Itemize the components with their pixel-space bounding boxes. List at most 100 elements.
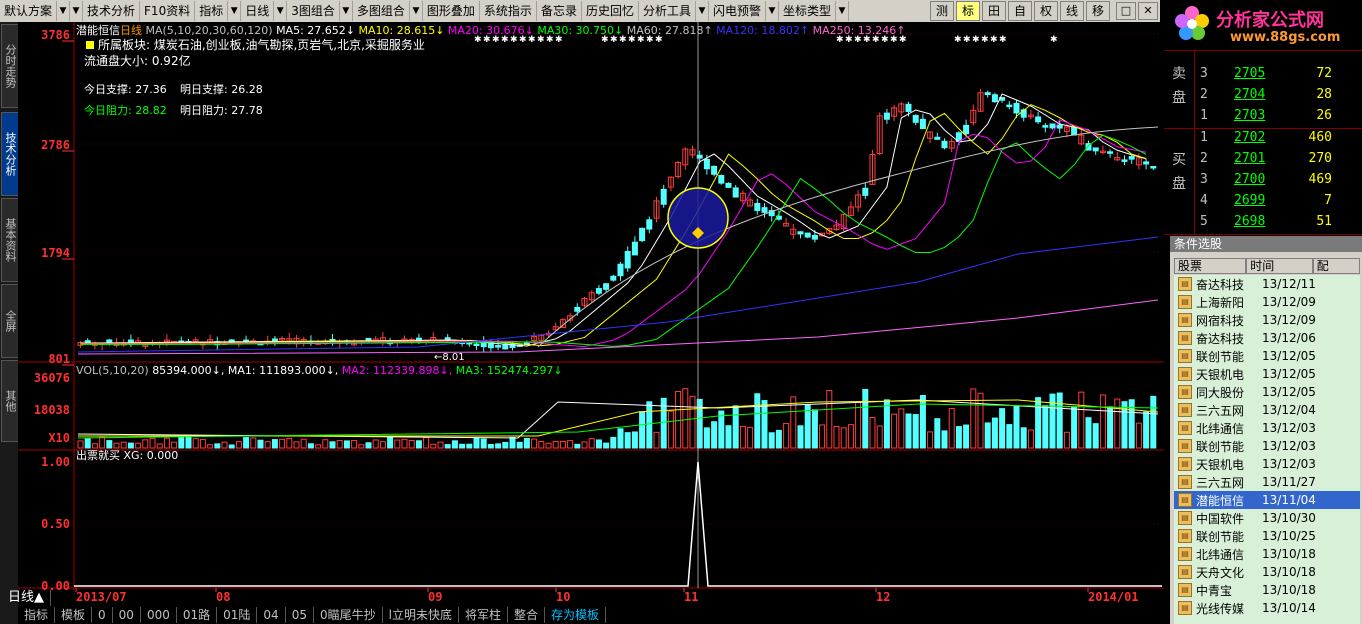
stock-row[interactable]: ▤ 中青宝 13/10/18 [1174,581,1360,599]
star-marker: ✱ [972,35,980,45]
menu-dropdown-arrow[interactable]: ▼ [70,1,84,21]
stock-icon: ▤ [1178,313,1192,327]
bottom-tab[interactable]: 01陆 [217,607,258,623]
menu-item[interactable]: 备忘录 [537,1,582,21]
bottom-tab[interactable]: 01路 [177,607,218,623]
volume-bar [574,443,581,449]
candle-body [991,94,998,103]
volume-bar [603,442,610,449]
stock-row[interactable]: ▤ 奋达科技 13/12/06 [1174,329,1360,347]
bottom-tab[interactable]: 模板 [55,607,93,623]
candle-body [365,337,372,341]
stock-row[interactable]: ▤ 潜能恒信 13/11/04 [1174,491,1360,509]
menu-item[interactable]: 闪电预警 [709,1,766,21]
menu-item[interactable]: 3图组合 [287,1,340,21]
bottom-tab[interactable]: 指标 [18,607,56,623]
stock-row[interactable]: ▤ 北纬通信 13/10/18 [1174,545,1360,563]
menu-item[interactable]: 日线 [241,1,275,21]
stock-row[interactable]: ▤ 联创节能 13/12/03 [1174,437,1360,455]
tool-button[interactable]: 田 [982,1,1006,21]
tool-button[interactable]: 标 [956,1,980,21]
menu-dropdown-arrow[interactable]: ▼ [274,1,288,21]
left-tab[interactable]: 分时走势 [1,24,19,108]
header-match[interactable]: 配 [1312,258,1360,274]
period-label[interactable]: 日线▲ [2,590,51,606]
stock-row[interactable]: ▤ 上海新阳 13/12/09 [1174,293,1360,311]
stock-date: 13/10/18 [1262,565,1316,579]
stock-row[interactable]: ▤ 三六五网 13/11/27 [1174,473,1360,491]
volume-bar [703,427,710,449]
menu-item[interactable]: 指标 [195,1,229,21]
menu-dropdown-arrow[interactable]: ▼ [766,1,779,21]
tool-button[interactable]: 权 [1034,1,1058,21]
kline-chart-svg[interactable]: 3786278617948013607618038X101.000.500.00… [18,22,1164,593]
bottom-tab[interactable]: 将军柱 [459,607,508,623]
left-tab[interactable]: 全屏 [1,284,19,358]
volume-bar [761,400,768,449]
menu-item[interactable]: 多图组合 [353,1,410,21]
candle-body [603,283,610,290]
tool-button[interactable]: 线 [1060,1,1084,21]
right-panel: 分析家公式网 www.88gs.com 卖盘 买盘 条件选股 股票 时间 配 ▤… [1164,0,1362,624]
menu-item[interactable]: 默认方案 [0,1,58,21]
stock-row[interactable]: ▤ 天银机电 13/12/05 [1174,365,1360,383]
bottom-tab[interactable]: 04 [257,607,286,623]
header-time[interactable]: 时间 [1246,258,1313,274]
menu-item[interactable]: 分析工具 [639,1,696,21]
stock-name: 光线传媒 [1196,601,1245,616]
stock-row[interactable]: ▤ 奋达科技 13/12/11 [1174,275,1360,293]
window-controls: □ ✕ [1116,2,1158,20]
stock-row[interactable]: ▤ 同大股份 13/12/05 [1174,383,1360,401]
volume-bar [991,417,998,449]
bottom-tab[interactable]: 000 [141,607,177,623]
stock-row[interactable]: ▤ 天银机电 13/12/03 [1174,455,1360,473]
chart-area[interactable]: 3786 2786 1794 801 36076 18038 X10 1.00 0.50 0.00… [18,22,1164,593]
bottom-tab[interactable]: 整合 [508,607,545,623]
menu-item[interactable]: 坐标类型 [779,1,837,21]
menu-item[interactable]: 系统指示 [480,1,537,21]
maximize-button[interactable]: □ [1116,2,1136,20]
stock-row[interactable]: ▤ 联创节能 13/12/05 [1174,347,1360,365]
menu-item[interactable]: F10资料 [140,1,196,21]
stock-row[interactable]: ▤ 光线传媒 13/10/14 [1174,599,1360,617]
candle-body [1121,159,1128,162]
orderbook-row: 4 2699 7 [1200,193,1360,214]
stock-row[interactable]: ▤ 中国软件 13/10/30 [1174,509,1360,527]
left-tab[interactable]: 技术分析 [1,112,19,196]
menu-item[interactable]: 技术分析 [83,1,141,21]
bottom-tab[interactable]: 0瞄尾牛抄 [314,607,383,623]
menu-dropdown-arrow[interactable]: ▼ [836,1,850,21]
menu-dropdown-arrow[interactable]: ▼ [57,1,71,21]
volume-bar [1035,397,1042,449]
stock-list[interactable]: ▤ 奋达科技 13/12/11 ▤ 上海新阳 13/12/09 ▤ 网宿科技 13/12/09 ▤… [1174,275,1360,624]
tool-button[interactable]: 移 [1086,1,1110,21]
left-tab[interactable]: 其他 [1,360,19,442]
left-tab[interactable]: 基本资料 [1,198,19,282]
candle-body [811,234,818,240]
bottom-tab[interactable]: 05 [286,607,314,623]
bottom-tab[interactable]: l立明未快底 [383,607,459,623]
menu-item[interactable]: 图形叠加 [423,1,480,21]
menu-dropdown-arrow[interactable]: ▼ [228,1,242,21]
menu-item[interactable]: 历史回忆 [582,1,639,21]
stock-row[interactable]: ▤ 三六五网 13/12/04 [1174,401,1360,419]
tool-button[interactable]: 自 [1008,1,1032,21]
price: 2702 [1234,130,1266,145]
bottom-tab[interactable]: 存为模板 [545,607,607,623]
menu-dropdown-arrow[interactable]: ▼ [410,1,423,21]
ind-header: 出票就买 XG: 0.000 [76,448,178,462]
bottom-tab[interactable]: 00 [113,607,141,623]
header-stock[interactable]: 股票 [1174,258,1247,274]
volume-bar [963,424,970,449]
bottom-tab[interactable]: 0 [92,607,113,623]
stock-row[interactable]: ▤ 联创节能 13/10/25 [1174,527,1360,545]
tool-button[interactable]: 测 [930,1,954,21]
close-button[interactable]: ✕ [1138,2,1158,20]
volume: 26 [1316,108,1332,123]
stock-row[interactable]: ▤ 北纬通信 13/12/03 [1174,419,1360,437]
stock-icon: ▤ [1178,385,1192,399]
stock-row[interactable]: ▤ 网宿科技 13/12/09 [1174,311,1360,329]
stock-row[interactable]: ▤ 天舟文化 13/10/18 [1174,563,1360,581]
menu-dropdown-arrow[interactable]: ▼ [340,1,353,21]
menu-dropdown-arrow[interactable]: ▼ [696,1,709,21]
